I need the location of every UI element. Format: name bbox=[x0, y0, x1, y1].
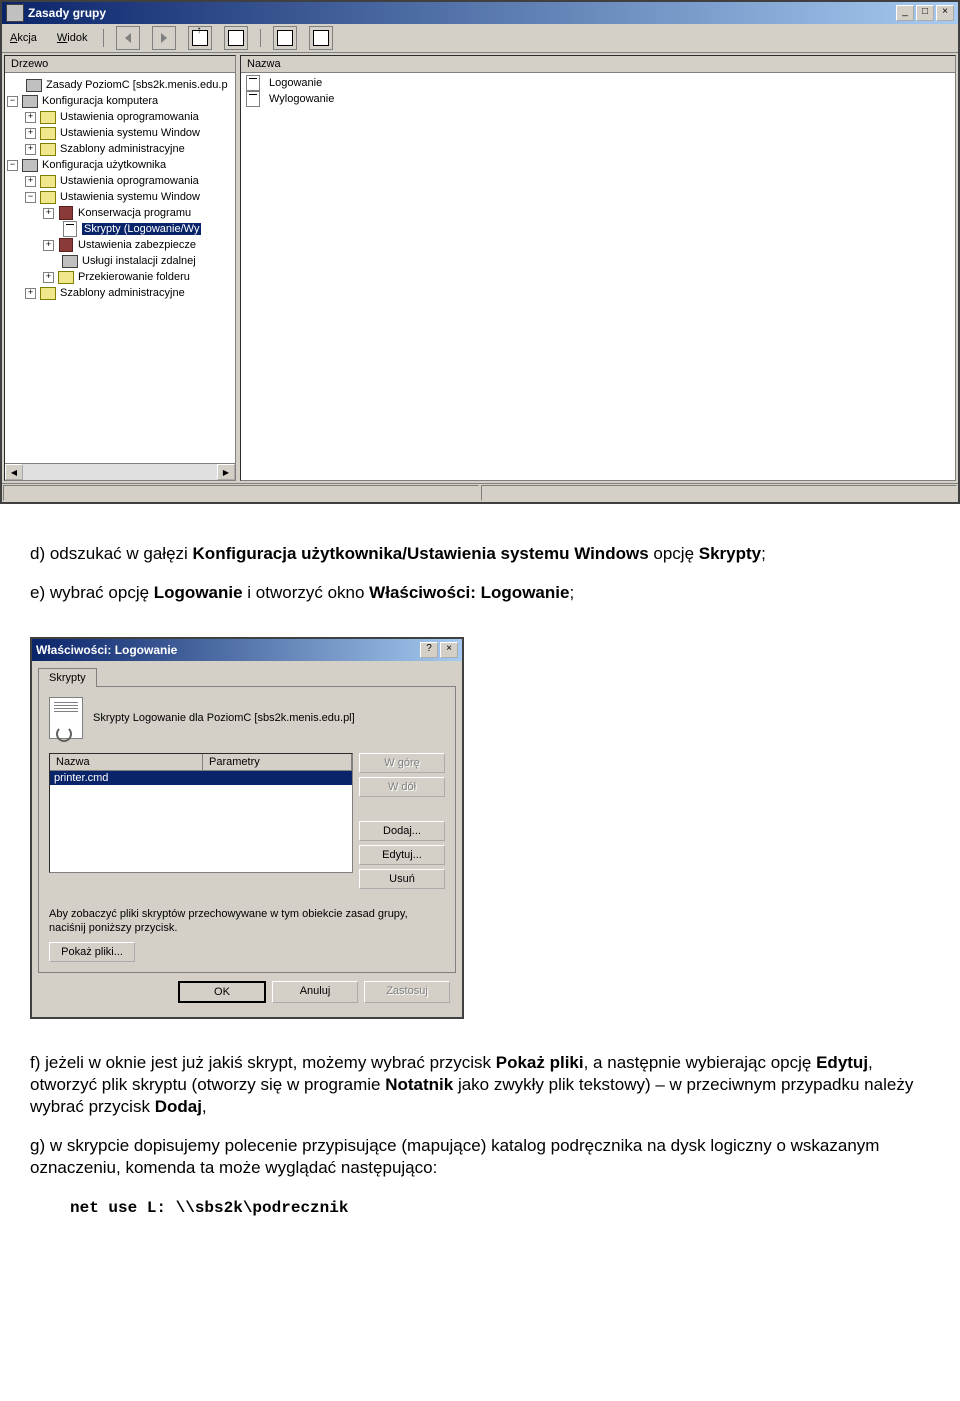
tree-comp-admin[interactable]: Szablony administracyjne bbox=[60, 143, 185, 155]
maximize-button[interactable]: □ bbox=[916, 5, 934, 21]
side-buttons: W górę W dół Dodaj... Edytuj... Usuń bbox=[359, 753, 445, 889]
titlebar: Zasady grupy _ □ × bbox=[2, 2, 958, 24]
tree-computer-config[interactable]: Konfiguracja komputera bbox=[42, 95, 158, 107]
tree-comp-win[interactable]: Ustawienia systemu Window bbox=[60, 127, 200, 139]
cancel-button[interactable]: Anuluj bbox=[272, 981, 358, 1003]
tree-pane: Drzewo Zasady PoziomC [sbs2k.menis.edu.p… bbox=[4, 55, 236, 481]
group-policy-window: Zasady grupy _ □ × AAkcjakcja WidokWidok… bbox=[0, 0, 960, 504]
show-files-button[interactable]: Pokaż pliki... bbox=[49, 942, 135, 962]
tree-konserwacja[interactable]: Konserwacja programu bbox=[78, 207, 191, 219]
refresh-button[interactable] bbox=[224, 26, 248, 50]
list-header-row: Nazwa Parametry bbox=[50, 754, 352, 771]
scripts-area: Nazwa Parametry printer.cmd W górę W dół… bbox=[49, 753, 445, 889]
tree-uslugi[interactable]: Usługi instalacji zdalnej bbox=[82, 255, 196, 267]
tree[interactable]: Zasady PoziomC [sbs2k.menis.edu.p −Konfi… bbox=[5, 73, 235, 463]
statusbar bbox=[2, 483, 958, 502]
menu-akcja[interactable]: AAkcjakcja bbox=[6, 30, 41, 46]
scroll-left-button[interactable] bbox=[5, 464, 23, 480]
tab-skrypty[interactable]: Skrypty bbox=[38, 668, 97, 687]
command-text: net use L: \\sbs2k\podrecznik bbox=[70, 1199, 348, 1217]
col-name[interactable]: Nazwa bbox=[50, 754, 203, 770]
apply-button[interactable]: Zastosuj bbox=[364, 981, 450, 1003]
script-icon bbox=[245, 76, 261, 90]
menu-widok[interactable]: WidokWidok bbox=[53, 30, 92, 46]
minimize-button[interactable]: _ bbox=[896, 5, 914, 21]
tree-header: Drzewo bbox=[5, 56, 235, 73]
tree-user-config[interactable]: Konfiguracja użytkownika bbox=[42, 159, 166, 171]
help-button[interactable]: ? bbox=[420, 642, 438, 658]
tree-user-admin[interactable]: Szablony administracyjne bbox=[60, 287, 185, 299]
script-large-icon bbox=[49, 697, 83, 739]
toolbar-btn-a[interactable] bbox=[273, 26, 297, 50]
script-list[interactable]: Nazwa Parametry printer.cmd bbox=[49, 753, 353, 873]
down-button[interactable]: W dół bbox=[359, 777, 445, 797]
list-header: Nazwa bbox=[241, 56, 955, 73]
dlg-titlebar: Właściwości: Logowanie ? × bbox=[32, 639, 462, 661]
script-row[interactable]: printer.cmd bbox=[50, 771, 352, 785]
properties-dialog: Właściwości: Logowanie ? × Skrypty Skryp… bbox=[30, 637, 464, 1019]
edit-button[interactable]: Edytuj... bbox=[359, 845, 445, 865]
tree-hscroll[interactable] bbox=[5, 463, 235, 480]
tree-root[interactable]: Zasady PoziomC [sbs2k.menis.edu.p bbox=[46, 79, 228, 91]
add-button[interactable]: Dodaj... bbox=[359, 821, 445, 841]
back-button[interactable] bbox=[116, 26, 140, 50]
up-button[interactable]: ↑ bbox=[188, 26, 212, 50]
document-text: d) odszukać w gałęzi Konfiguracja użytko… bbox=[0, 520, 960, 627]
forward-button[interactable] bbox=[152, 26, 176, 50]
tree-zabezp[interactable]: Ustawienia zabezpiecze bbox=[78, 239, 196, 251]
tree-comp-soft[interactable]: Ustawienia oprogramowania bbox=[60, 111, 199, 123]
up-button[interactable]: W górę bbox=[359, 753, 445, 773]
window-title: Zasady grupy bbox=[28, 6, 896, 20]
dlg-title: Właściwości: Logowanie bbox=[36, 643, 420, 657]
tree-user-win[interactable]: Ustawienia systemu Window bbox=[60, 191, 200, 203]
dialog-buttons: OK Anuluj Zastosuj bbox=[38, 973, 456, 1011]
delete-button[interactable]: Usuń bbox=[359, 869, 445, 889]
toolbar-btn-b[interactable] bbox=[309, 26, 333, 50]
scroll-right-button[interactable] bbox=[217, 464, 235, 480]
script-header: Skrypty Logowanie dla PoziomC [sbs2k.men… bbox=[49, 697, 445, 739]
tree-przekier[interactable]: Przekierowanie folderu bbox=[78, 271, 190, 283]
list-item-wylogowanie[interactable]: Wylogowanie bbox=[241, 91, 955, 107]
menubar: AAkcjakcja WidokWidok ↑ bbox=[2, 24, 958, 53]
document-text-2: f) jeżeli w oknie jest już jakiś skrypt,… bbox=[0, 1029, 960, 1242]
tab-page: Skrypty Logowanie dla PoziomC [sbs2k.men… bbox=[38, 686, 456, 973]
list-item-logowanie[interactable]: Logowanie bbox=[241, 75, 955, 91]
tree-skrypty[interactable]: Skrypty (Logowanie/Wy bbox=[82, 223, 201, 235]
window-buttons: _ □ × bbox=[896, 5, 954, 21]
app-icon bbox=[6, 4, 24, 22]
script-icon bbox=[245, 92, 261, 106]
dlg-body: Skrypty Skrypty Logowanie dla PoziomC [s… bbox=[32, 661, 462, 1017]
help-text: Aby zobaczyć pliki skryptów przechowywan… bbox=[49, 907, 445, 936]
close-button[interactable]: × bbox=[936, 5, 954, 21]
script-desc: Skrypty Logowanie dla PoziomC [sbs2k.men… bbox=[93, 712, 355, 724]
dlg-close-button[interactable]: × bbox=[440, 642, 458, 658]
ok-button[interactable]: OK bbox=[178, 981, 266, 1003]
col-param[interactable]: Parametry bbox=[203, 754, 352, 770]
list-pane: Nazwa Logowanie Wylogowanie bbox=[240, 55, 956, 481]
main-area: Drzewo Zasady PoziomC [sbs2k.menis.edu.p… bbox=[2, 53, 958, 483]
tree-user-soft[interactable]: Ustawienia oprogramowania bbox=[60, 175, 199, 187]
